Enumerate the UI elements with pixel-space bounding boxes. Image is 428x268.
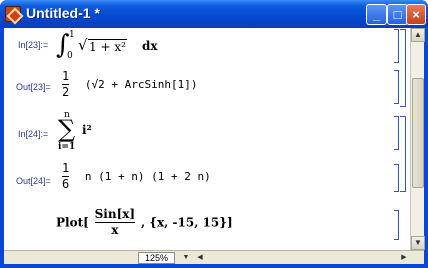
minimize-icon: _ [372,7,381,22]
maximize-icon: □ [393,7,402,22]
summand: i² [82,123,92,137]
scroll-thumb[interactable] [412,78,424,188]
output-cell-sum[interactable]: 1 6 n (1 + n) (1 + 2 n) [62,162,211,194]
plot-args: , {x, -15, 15}] [140,215,233,230]
close-button[interactable]: × [406,4,426,25]
cell-bracket[interactable] [394,164,399,192]
numerator: 1 [62,69,70,83]
cell-bracket[interactable] [394,210,399,240]
sqrt-icon: √ [78,36,88,54]
notebook-content[interactable]: In[23]:= ∫ 1 0 √ 1 + x² dx Out[23]= 1 2 … [4,28,407,250]
integrand: 1 + x² [88,39,127,54]
fraction: 1 2 [62,69,70,99]
group-bracket[interactable] [400,29,406,107]
zoom-dropdown[interactable]: 125% [138,252,176,264]
client-area: In[23]:= ∫ 1 0 √ 1 + x² dx Out[23]= 1 2 … [4,28,425,264]
mathematica-app-icon[interactable] [5,6,21,22]
fraction: 1 6 [62,161,70,191]
notebook-window: Untitled-1 * _ □ × In[23]:= ∫ 1 0 √ 1 + … [0,0,428,268]
vertical-scrollbar[interactable]: ▲ ▼ [410,28,425,250]
output-body: (√2 + ArcSinh[1]) [84,78,198,91]
denominator: 6 [62,177,70,191]
denominator: x [111,223,119,237]
output-body: n (1 + n) (1 + 2 n) [84,170,211,183]
close-icon: × [412,7,420,22]
cell-label: In[23]:= [18,40,49,50]
maximize-button[interactable]: □ [387,4,408,25]
cell-label: In[24]:= [18,129,49,139]
fraction: Sin[x] x [94,207,136,237]
numerator: Sin[x] [94,207,136,221]
sigma-icon: ∑ [58,115,76,143]
status-bar: 125% ▼ ◀ ▶ [4,250,424,264]
dx-symbol: dx [142,39,158,53]
cell-bracket[interactable] [394,29,399,63]
minimize-button[interactable]: _ [366,4,387,25]
integral-lower-limit: 0 [67,51,73,61]
input-cell-plot[interactable]: Plot[ Sin[x] x , {x, -15, 15}] [56,208,233,240]
cell-label: Out[23]= [16,82,51,92]
zoom-arrow-icon[interactable]: ▼ [180,252,192,264]
scroll-down-icon[interactable]: ▼ [411,236,425,250]
sum-lower-limit: i=1 [58,142,76,152]
scroll-left-icon[interactable]: ◀ [194,252,206,264]
output-cell-integral[interactable]: 1 2 (√2 + ArcSinh[1]) [62,70,197,102]
title-bar[interactable]: Untitled-1 * _ □ × [0,0,428,28]
integral-upper-limit: 1 [69,30,75,40]
plot-head: Plot[ [56,215,89,230]
denominator: 2 [62,85,70,99]
numerator: 1 [62,161,70,175]
scroll-right-icon[interactable]: ▶ [398,252,410,264]
scroll-up-icon[interactable]: ▲ [411,28,425,42]
window-title: Untitled-1 * [26,5,100,21]
group-bracket[interactable] [400,116,406,192]
cell-label: Out[24]= [16,176,51,186]
cell-bracket[interactable] [394,70,399,104]
cell-bracket[interactable] [394,116,399,150]
